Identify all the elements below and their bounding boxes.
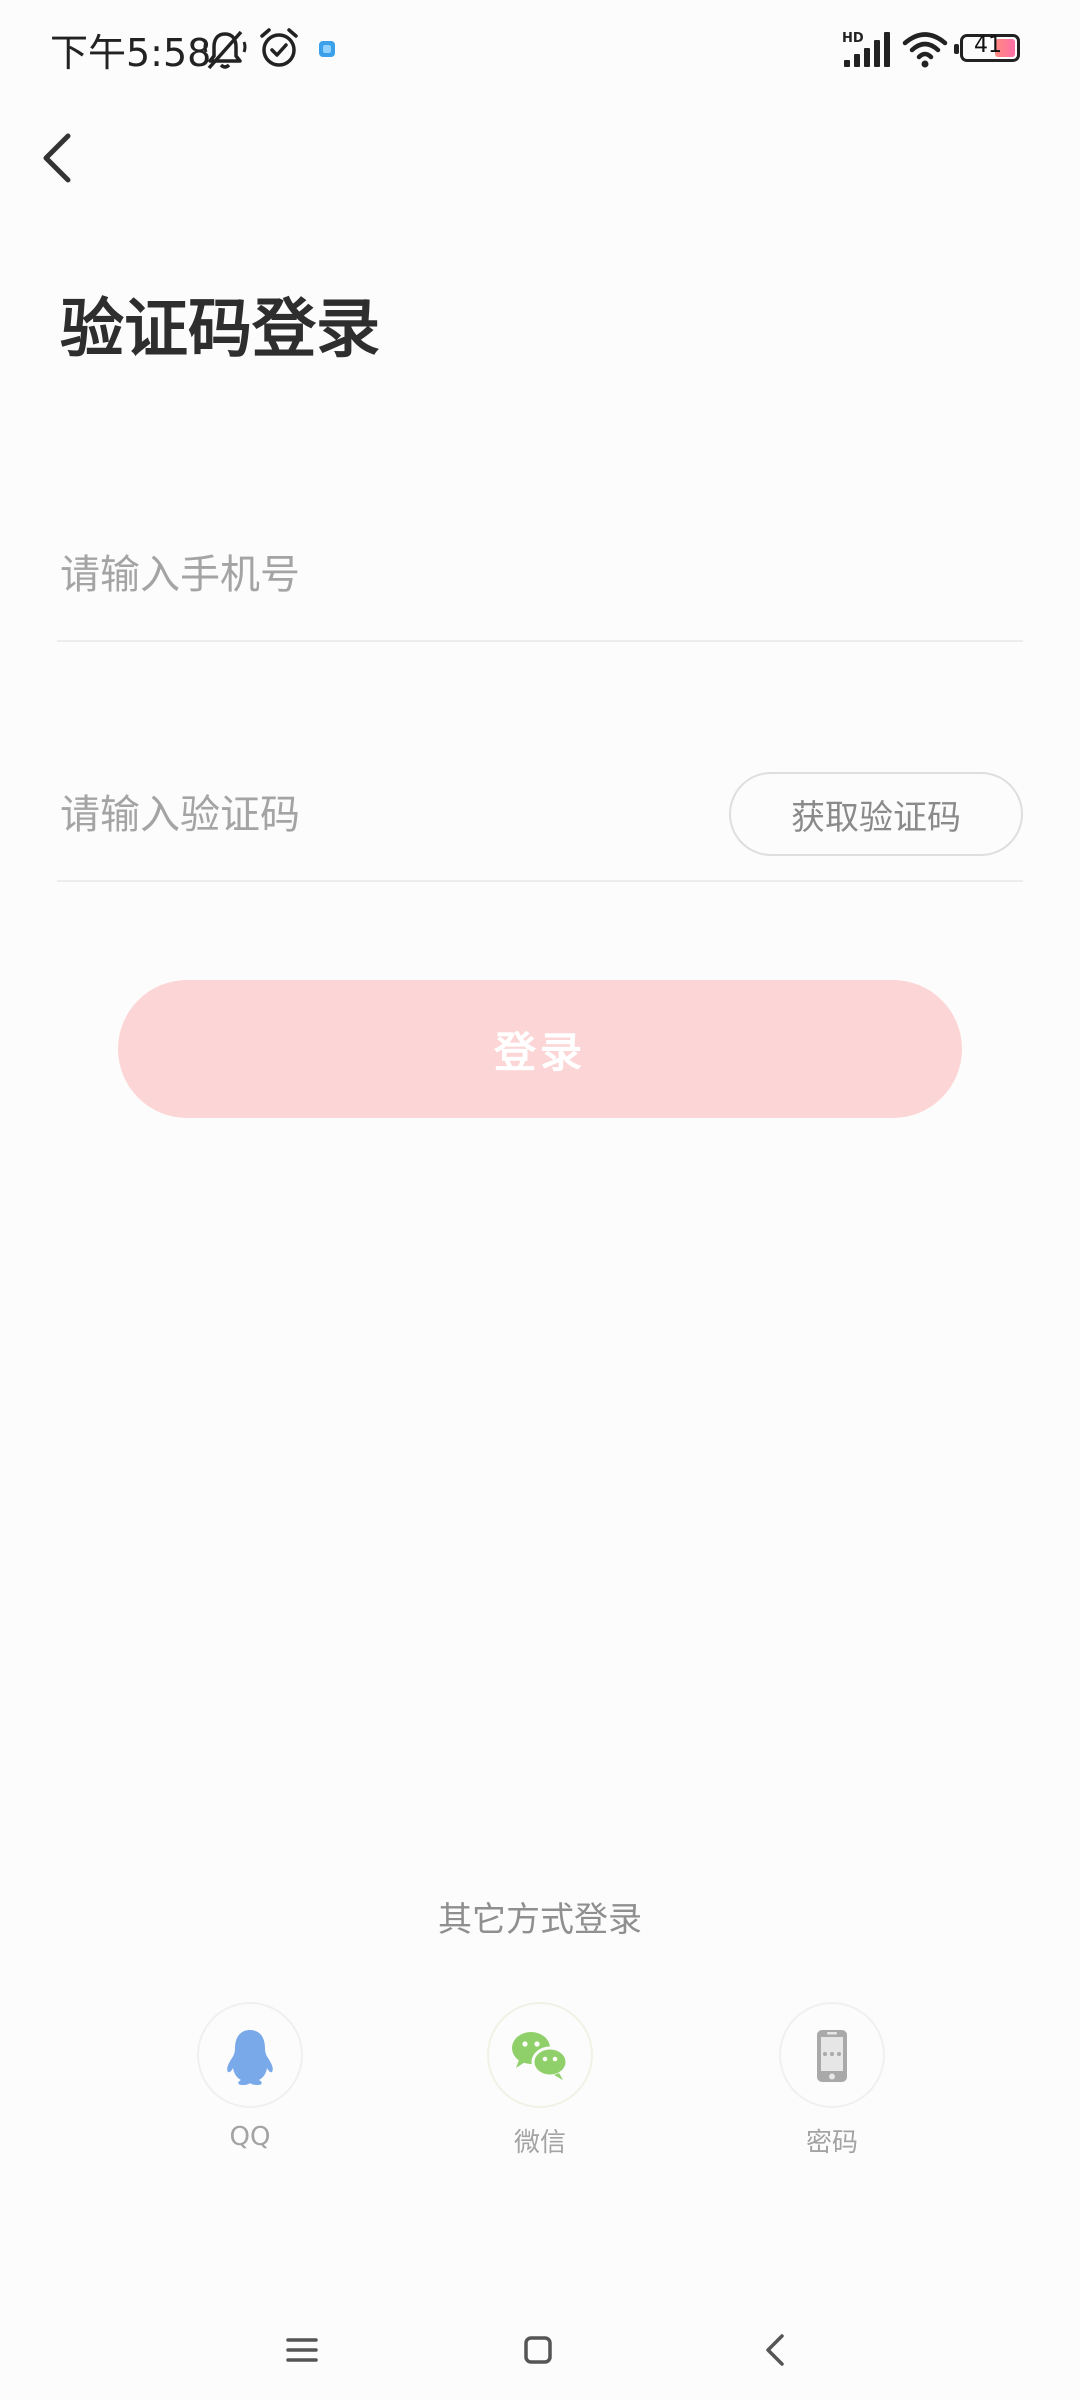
wifi-icon (902, 32, 948, 68)
battery-icon: 41 (954, 33, 1020, 62)
other-login-title: 其它方式登录 (438, 1900, 642, 1940)
page-title: 验证码登录 (60, 293, 380, 367)
login-button[interactable]: 登录 (118, 980, 962, 1118)
chevron-left-icon (43, 133, 71, 183)
status-bar: 下午5:58 HD 41 (0, 0, 1080, 100)
signal-icon: HD (842, 31, 890, 67)
code-input[interactable] (60, 750, 660, 880)
phone-password-icon (817, 2030, 847, 2082)
wechat-icon (512, 2032, 569, 2080)
wechat-login-option[interactable]: 微信 (485, 2002, 595, 2159)
back-button[interactable] (34, 126, 82, 190)
system-nav-bar (0, 2300, 1080, 2400)
back-icon[interactable] (756, 2318, 796, 2382)
qq-login-option[interactable]: QQ (195, 2002, 305, 2152)
phone-field-row (57, 510, 1023, 642)
qq-label: QQ (229, 2122, 271, 2152)
code-field-row: 获取验证码 (57, 750, 1023, 882)
notification-app-icon (319, 41, 335, 57)
login-page: 下午5:58 HD 41 验证码登录 请输入手机号 请输入验证码 获取验证码 登… (0, 0, 1080, 2400)
password-login-option[interactable]: 密码 (777, 2002, 887, 2159)
wechat-label: 微信 (513, 2128, 566, 2158)
qq-penguin-icon (227, 2030, 273, 2085)
menu-icon[interactable] (282, 2318, 322, 2382)
password-label: 密码 (805, 2128, 858, 2158)
status-time: 下午5:58 (50, 31, 212, 75)
get-code-button[interactable]: 获取验证码 (729, 772, 1023, 856)
battery-level: 41 (974, 33, 1002, 58)
phone-input[interactable] (60, 510, 720, 640)
alarm-icon (260, 28, 298, 67)
home-icon[interactable] (518, 2318, 558, 2382)
network-label: HD (842, 31, 864, 46)
mute-bell-icon (203, 30, 247, 70)
